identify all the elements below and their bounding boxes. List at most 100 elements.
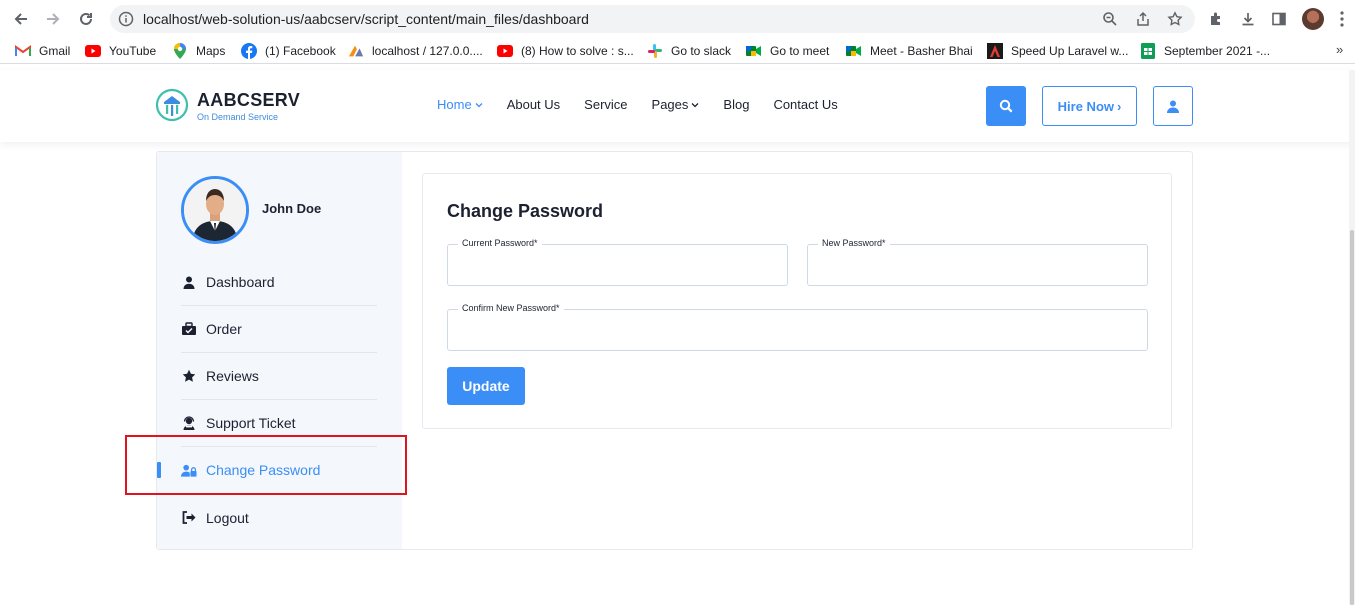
forward-button[interactable] [42, 8, 64, 30]
bookmark-meet-basher[interactable]: Meet - Basher Bhai [846, 42, 973, 60]
bookmark-label: YouTube [109, 44, 157, 58]
bookmark-label: Go to slack [671, 44, 732, 58]
card-title: Change Password [447, 201, 604, 221]
chevron-right-icon: › [1117, 98, 1122, 114]
nav-service-label: Service [584, 97, 628, 112]
nav-home[interactable]: Home [437, 97, 483, 112]
bookmark-label: (1) Facebook [265, 44, 336, 58]
annotation-highlight-box [125, 435, 407, 495]
bookmark-label: Speed Up Laravel w... [1011, 44, 1129, 58]
bookmark-maps[interactable]: Maps [172, 42, 225, 60]
current-password-field: Current Password* [447, 238, 788, 286]
bookmarks-more-button[interactable]: » [1336, 42, 1343, 57]
back-button[interactable] [10, 8, 32, 30]
chevron-down-icon [691, 101, 699, 109]
bookmark-label: localhost / 127.0.0.... [372, 44, 483, 58]
bookmark-label: (8) How to solve : s... [521, 44, 634, 58]
support-agent-icon [181, 415, 197, 431]
nav-contact-us[interactable]: Contact Us [773, 97, 837, 112]
bookmark-localhost[interactable]: localhost / 127.0.0.... [348, 42, 483, 60]
youtube-icon [85, 43, 101, 59]
search-button[interactable] [986, 86, 1026, 126]
sidebar-item-reviews[interactable]: Reviews [181, 353, 377, 400]
logout-icon [181, 510, 197, 526]
bookmark-how-to-solve[interactable]: (8) How to solve : s... [497, 42, 634, 60]
new-password-label: New Password* [818, 238, 890, 248]
extensions-puzzle-icon[interactable] [1206, 9, 1226, 29]
back-arrow-icon [14, 13, 27, 25]
bookmark-label: Go to meet [770, 44, 830, 58]
sidebar-item-label: Logout [206, 509, 249, 526]
update-button[interactable]: Update [447, 367, 525, 405]
user-name: John Doe [262, 201, 322, 216]
more-menu-icon[interactable] [1337, 10, 1347, 28]
sidebar-item-label: Reviews [206, 368, 259, 384]
new-password-input[interactable] [808, 245, 1147, 285]
bookmark-gmail[interactable]: Gmail [15, 42, 70, 60]
current-password-label: Current Password* [458, 238, 542, 248]
page-scrollbar-thumb[interactable] [1350, 230, 1354, 605]
account-button[interactable] [1153, 86, 1193, 126]
site-info-icon[interactable] [118, 11, 134, 27]
logo-shield-icon [155, 88, 189, 122]
youtube-icon [497, 43, 513, 59]
sidebar-item-dashboard[interactable]: Dashboard [181, 259, 377, 306]
meet-icon [846, 43, 862, 59]
sheets-icon [1140, 43, 1156, 59]
bookmark-star-icon[interactable] [1166, 10, 1184, 28]
brand-name: AABCSERV [197, 90, 301, 110]
sidebar-item-order[interactable]: Order [181, 306, 377, 353]
site-logo[interactable]: AABCSERV On Demand Service [155, 86, 300, 126]
current-password-input[interactable] [448, 245, 787, 285]
nav-service[interactable]: Service [584, 97, 627, 112]
slack-icon [647, 43, 663, 59]
reload-button[interactable] [75, 8, 97, 30]
nav-pages-label: Pages [651, 97, 689, 112]
address-bar[interactable]: localhost/web-solution-us/aabcserv/scrip… [110, 5, 1195, 33]
avatar [181, 176, 249, 244]
chevron-down-icon [475, 101, 483, 109]
bookmark-slack[interactable]: Go to slack [647, 42, 731, 60]
profile-avatar[interactable] [1302, 8, 1324, 30]
bookmark-label: Gmail [39, 44, 71, 58]
user-icon [1167, 100, 1179, 113]
nav-pages[interactable]: Pages [652, 97, 700, 112]
nav-about-label: About Us [506, 97, 561, 112]
bookmark-facebook[interactable]: (1) Facebook [241, 42, 336, 60]
zoom-icon[interactable] [1101, 10, 1119, 28]
hire-now-label: Hire Now [1057, 98, 1114, 114]
main-nav: Home About Us Service Pages Blog Contact… [437, 97, 862, 112]
sidebar-item-logout[interactable]: Logout [181, 494, 377, 541]
new-password-field: New Password* [807, 238, 1148, 286]
gmail-icon [15, 43, 31, 59]
user-photo [184, 179, 246, 241]
forward-arrow-icon [47, 13, 60, 25]
nav-blog-label: Blog [723, 97, 750, 112]
order-icon [181, 321, 197, 337]
hire-now-button[interactable]: Hire Now › [1042, 86, 1137, 126]
url-text[interactable]: localhost/web-solution-us/aabcserv/scrip… [143, 11, 589, 27]
bookmark-label: Maps [196, 44, 226, 58]
bookmark-label: Meet - Basher Bhai [870, 44, 973, 58]
bookmark-youtube[interactable]: YouTube [85, 42, 156, 60]
confirm-password-label: Confirm New Password* [458, 303, 564, 313]
change-password-card: Change Password Current Password* New Pa… [422, 173, 1172, 429]
nav-home-label: Home [437, 97, 472, 112]
phpmyadmin-icon [348, 43, 364, 59]
download-icon[interactable] [1238, 9, 1258, 29]
star-icon [181, 368, 197, 384]
confirm-password-input[interactable] [448, 310, 1147, 350]
browser-toolbar: localhost/web-solution-us/aabcserv/scrip… [0, 0, 1355, 38]
nav-contact-label: Contact Us [773, 97, 838, 112]
bookmark-meet[interactable]: Go to meet [746, 42, 829, 60]
side-panel-icon[interactable] [1269, 9, 1289, 29]
site-header: AABCSERV On Demand Service Home About Us… [0, 70, 1355, 142]
bookmark-september[interactable]: September 2021 -... [1140, 42, 1270, 60]
share-icon[interactable] [1134, 10, 1152, 28]
nav-blog[interactable]: Blog [723, 97, 749, 112]
bookmark-label: September 2021 -... [1164, 44, 1271, 58]
facebook-icon [241, 43, 257, 59]
bookmark-laravel[interactable]: Speed Up Laravel w... [987, 42, 1128, 60]
nav-about-us[interactable]: About Us [507, 97, 560, 112]
reload-icon [80, 12, 92, 25]
